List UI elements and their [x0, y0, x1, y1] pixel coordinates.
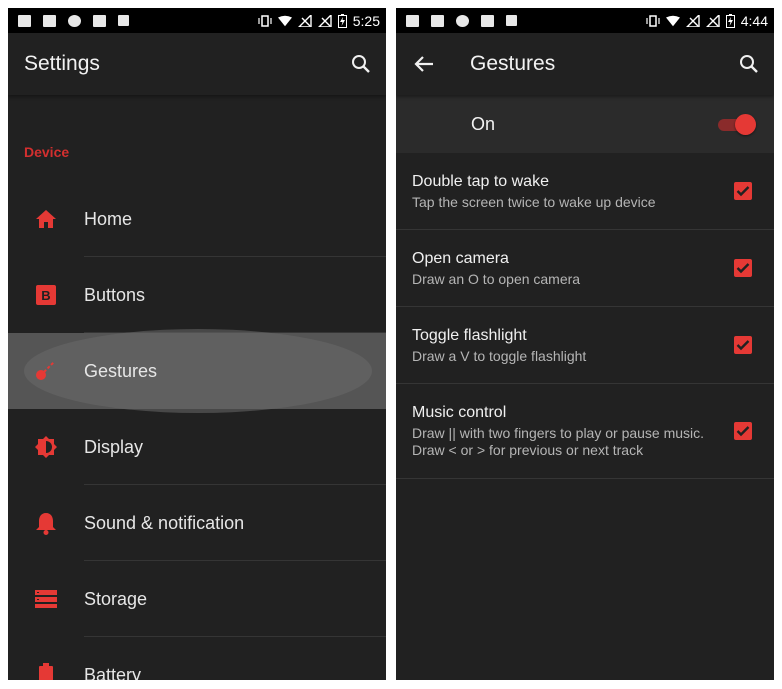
- page-title: Settings: [24, 52, 100, 75]
- gesture-row-music-control[interactable]: Music control Draw || with two fingers t…: [396, 384, 774, 479]
- wifi-icon: [665, 15, 680, 26]
- master-switch-label: On: [471, 113, 496, 134]
- settings-menu: Home B Buttons Gestures Display Sound & …: [8, 181, 386, 680]
- menu-item-label: Home: [84, 208, 133, 229]
- battery-charging-icon: [337, 13, 347, 28]
- toolbar: Gestures: [396, 33, 774, 95]
- gesture-title: Open camera: [412, 249, 509, 267]
- status-time: 5:25: [352, 12, 380, 29]
- page-title: Gestures: [470, 52, 556, 75]
- gesture-subtitle: Draw || with two fingers to play or paus…: [412, 425, 705, 458]
- app-notification-icon: [118, 15, 129, 26]
- battery-charging-icon: [725, 13, 735, 28]
- buttons-icon: B: [8, 284, 84, 306]
- shopping-bag-notification-icon: [93, 14, 106, 27]
- menu-item-label: Gestures: [84, 360, 158, 381]
- gesture-title: Double tap to wake: [412, 172, 549, 190]
- master-toggle-switch[interactable]: [718, 113, 756, 135]
- display-icon: [8, 435, 84, 459]
- menu-item-display[interactable]: Display: [8, 409, 386, 485]
- gesture-subtitle: Draw a V to toggle flashlight: [412, 347, 587, 364]
- toolbar: Settings: [8, 33, 386, 95]
- no-signal-icon: [297, 14, 312, 27]
- menu-item-label: Sound & notification: [84, 512, 245, 533]
- gesture-row-toggle-flashlight[interactable]: Toggle flashlight Draw a V to toggle fla…: [396, 307, 774, 384]
- menu-item-label: Buttons: [84, 284, 146, 305]
- no-signal-icon: [685, 14, 700, 27]
- vibrate-icon: [258, 14, 272, 27]
- checkbox-checked[interactable]: [734, 182, 752, 200]
- gesture-subtitle: Draw an O to open camera: [412, 270, 581, 287]
- menu-item-gestures[interactable]: Gestures: [8, 329, 386, 413]
- pinwheel-notification-icon: [456, 14, 469, 27]
- menu-item-label: Display: [84, 436, 144, 457]
- gallery-notification-icon: [18, 14, 31, 27]
- gesture-subtitle: Tap the screen twice to wake up device: [412, 193, 656, 210]
- wifi-icon: [277, 15, 292, 26]
- gmail-notification-icon: [43, 14, 56, 27]
- app-notification-icon: [506, 15, 517, 26]
- gesture-title: Toggle flashlight: [412, 326, 527, 344]
- checkbox-checked[interactable]: [734, 336, 752, 354]
- menu-item-label: Storage: [84, 588, 148, 609]
- menu-item-storage[interactable]: Storage: [8, 561, 386, 637]
- gmail-notification-icon: [431, 14, 444, 27]
- menu-item-buttons[interactable]: B Buttons: [8, 257, 386, 333]
- section-header-device: Device: [24, 144, 70, 160]
- menu-item-sound-notification[interactable]: Sound & notification: [8, 485, 386, 561]
- gesture-row-open-camera[interactable]: Open camera Draw an O to open camera: [396, 230, 774, 307]
- gesture-row-double-tap[interactable]: Double tap to wake Tap the screen twice …: [396, 153, 774, 230]
- menu-item-home[interactable]: Home: [8, 181, 386, 257]
- bell-icon: [8, 511, 84, 535]
- gestures-screen: 4:44 Gestures On Double tap to wake Tap …: [396, 8, 774, 680]
- shopping-bag-notification-icon: [481, 14, 494, 27]
- back-arrow-icon[interactable]: [412, 52, 436, 76]
- checkbox-checked[interactable]: [734, 259, 752, 277]
- gesture-title: Music control: [412, 404, 507, 421]
- status-bar: 5:25: [8, 8, 386, 33]
- checkbox-checked[interactable]: [734, 422, 752, 440]
- gestures-icon: [8, 359, 84, 383]
- no-signal-icon: [705, 14, 720, 27]
- status-time: 4:44: [740, 12, 768, 29]
- svg-text:B: B: [41, 288, 50, 303]
- settings-screen: 5:25 Settings Device Home B Buttons Gest…: [8, 8, 386, 680]
- menu-item-label: Battery: [84, 664, 142, 681]
- pinwheel-notification-icon: [68, 14, 81, 27]
- vibrate-icon: [646, 14, 660, 27]
- search-icon[interactable]: [738, 53, 760, 75]
- menu-item-battery[interactable]: Battery: [8, 637, 386, 680]
- no-signal-icon: [317, 14, 332, 27]
- battery-icon: [8, 663, 84, 680]
- storage-icon: [8, 589, 84, 609]
- gallery-notification-icon: [406, 14, 419, 27]
- switch-thumb: [735, 114, 756, 135]
- master-switch-bar: On: [396, 95, 774, 153]
- search-icon[interactable]: [350, 53, 372, 75]
- home-icon: [8, 209, 84, 229]
- status-bar: 4:44: [396, 8, 774, 33]
